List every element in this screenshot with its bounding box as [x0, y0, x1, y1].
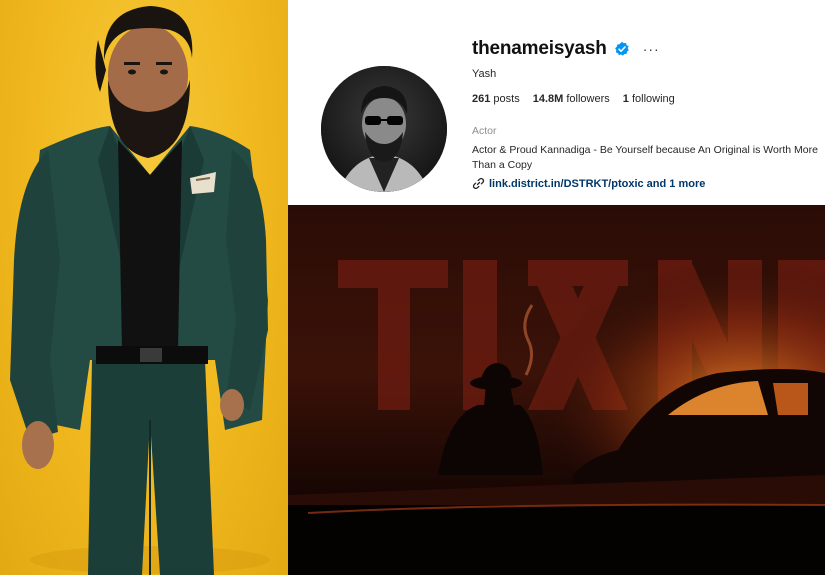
profile-link[interactable]: link.district.in/DSTRKT/ptoxic and 1 mor… — [472, 177, 705, 190]
profile-stats: 261 posts 14.8M followers 1 following — [472, 93, 675, 105]
instagram-profile-header: thenameisyash ··· Yash 261 posts 14.8M f… — [288, 0, 825, 205]
posts-stat: 261 posts — [472, 93, 520, 105]
following-count: 1 — [622, 93, 629, 105]
following-label: following — [631, 93, 675, 105]
profile-bio: Actor & Proud Kannadiga - Be Yourself be… — [472, 144, 818, 171]
verified-badge-icon — [614, 41, 630, 57]
profile-category: Actor — [472, 125, 497, 137]
movie-poster-image — [288, 205, 825, 575]
profile-link-text: link.district.in/DSTRKT/ptoxic and 1 mor… — [489, 177, 706, 190]
actor-photo — [0, 0, 288, 575]
poster-illustration — [288, 205, 825, 575]
username-row: thenameisyash ··· — [472, 38, 660, 60]
actor-figure-illustration — [10, 6, 270, 575]
profile-username[interactable]: thenameisyash — [472, 38, 607, 60]
followers-label: followers — [566, 93, 610, 105]
link-icon — [472, 177, 485, 190]
following-stat[interactable]: 1 following — [623, 93, 675, 105]
posts-label: posts — [493, 93, 520, 105]
followers-stat[interactable]: 14.8M followers — [533, 93, 610, 105]
avatar-illustration — [321, 66, 447, 192]
profile-full-name: Yash — [472, 68, 497, 80]
followers-count: 14.8M — [532, 93, 564, 105]
posts-count: 261 — [472, 93, 491, 105]
more-options-icon[interactable]: ··· — [643, 41, 660, 57]
profile-avatar[interactable] — [321, 66, 447, 192]
